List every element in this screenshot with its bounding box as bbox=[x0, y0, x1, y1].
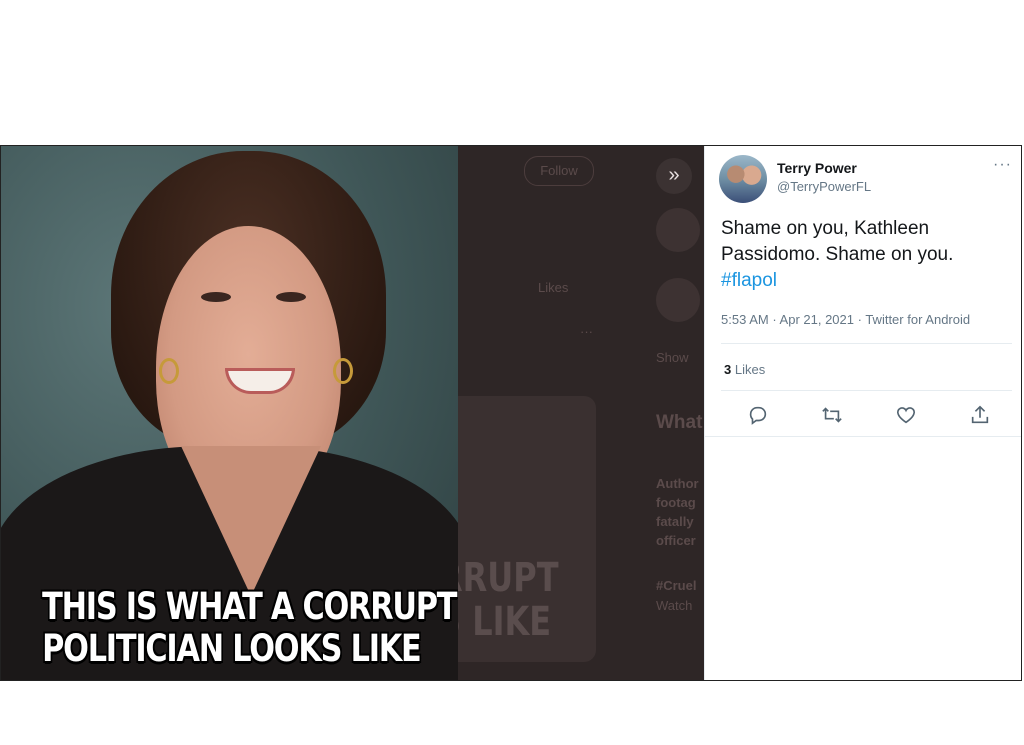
background-trend-line-3: fatally bbox=[656, 514, 694, 529]
likes-count[interactable]: 3 Likes bbox=[724, 362, 765, 377]
portrait-eye-left bbox=[201, 292, 231, 302]
divider bbox=[721, 390, 1012, 391]
hashtag-link[interactable]: #flapol bbox=[721, 270, 777, 291]
meme-caption: THIS IS WHAT A CORRUPT POLITICIAN LOOKS … bbox=[42, 585, 457, 670]
background-trend-line-2: footag bbox=[656, 495, 696, 510]
tweet-body: Shame on you, Kathleen Passidomo. Shame … bbox=[721, 218, 954, 265]
display-name[interactable]: Terry Power bbox=[777, 160, 857, 176]
background-avatar-1 bbox=[656, 208, 700, 252]
dimmed-background-page: Follow Likes ··· Show What Author footag… bbox=[458, 146, 704, 680]
portrait-eye-right bbox=[276, 292, 306, 302]
share-icon bbox=[971, 405, 989, 424]
background-avatar-2 bbox=[656, 278, 700, 322]
tweet-date[interactable]: Apr 21, 2021 bbox=[780, 312, 854, 327]
media-viewer: THIS IS WHAT A CORRUPT POLITICIAN LOOKS … bbox=[0, 145, 1022, 681]
portrait-vneck bbox=[181, 446, 321, 596]
background-card-caption-line-1: RRUPT bbox=[458, 555, 559, 601]
divider bbox=[705, 436, 1021, 437]
background-heading: What bbox=[656, 412, 703, 433]
likes-label: Likes bbox=[734, 362, 766, 377]
meme-caption-line-2: POLITICIAN LOOKS LIKE bbox=[42, 627, 422, 670]
background-trend-line-1: Author bbox=[656, 476, 699, 491]
divider bbox=[721, 343, 1012, 344]
background-trend-line-4: officer bbox=[656, 533, 696, 548]
share-button[interactable] bbox=[969, 404, 993, 428]
meta-separator: · bbox=[768, 312, 780, 327]
double-chevron-right-icon: » bbox=[668, 164, 680, 186]
earring-right bbox=[333, 358, 353, 384]
reply-button[interactable] bbox=[747, 404, 771, 428]
background-show-label: Show bbox=[656, 350, 689, 365]
tweet-source[interactable]: Twitter for Android bbox=[865, 312, 970, 327]
background-watch-text: Watch bbox=[656, 598, 693, 613]
tweet-meta: 5:53 AM · Apr 21, 2021 · Twitter for And… bbox=[721, 312, 970, 327]
background-follow-button: Follow bbox=[524, 156, 594, 186]
meme-caption-line-1: THIS IS WHAT A CORRUPT bbox=[42, 585, 457, 628]
like-button[interactable] bbox=[895, 404, 919, 428]
user-handle[interactable]: @TerryPowerFL bbox=[777, 179, 871, 194]
avatar[interactable] bbox=[719, 155, 767, 203]
more-options-button[interactable]: ··· bbox=[993, 156, 1012, 174]
likes-number: 3 bbox=[724, 362, 732, 377]
meta-separator-2: · bbox=[854, 312, 866, 327]
earring-left bbox=[159, 358, 179, 384]
background-card-caption: RRUPT S LIKE bbox=[458, 556, 559, 644]
meme-image[interactable]: THIS IS WHAT A CORRUPT POLITICIAN LOOKS … bbox=[1, 146, 458, 680]
reply-icon bbox=[749, 406, 767, 425]
background-ellipsis: ··· bbox=[580, 324, 593, 339]
background-card-caption-line-2: S LIKE bbox=[458, 599, 552, 645]
background-hashtag: #Cruel bbox=[656, 578, 697, 593]
collapse-panel-button[interactable]: » bbox=[656, 158, 692, 194]
heart-icon bbox=[896, 407, 916, 424]
tweet-time[interactable]: 5:53 AM bbox=[721, 312, 769, 327]
background-likes-label: Likes bbox=[538, 280, 569, 295]
tweet-panel: Terry Power @TerryPowerFL ··· Shame on y… bbox=[704, 146, 1021, 680]
retweet-button[interactable] bbox=[821, 404, 845, 428]
tweet-text: Shame on you, Kathleen Passidomo. Shame … bbox=[721, 216, 1011, 294]
retweet-icon bbox=[822, 407, 842, 423]
